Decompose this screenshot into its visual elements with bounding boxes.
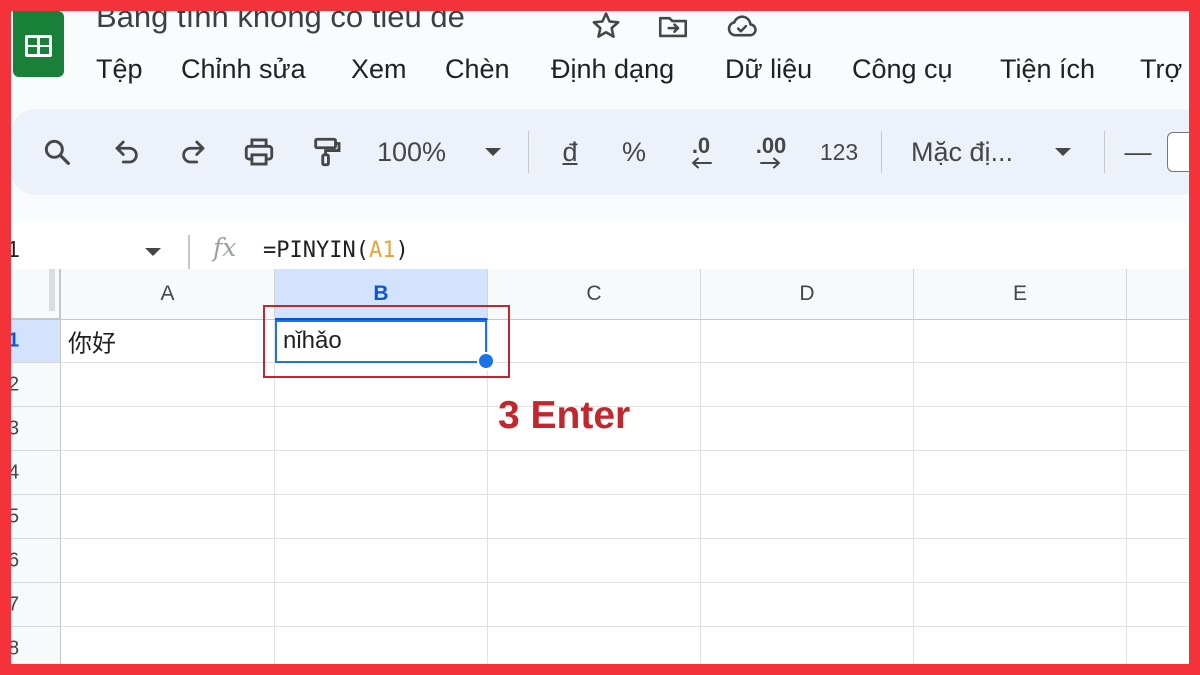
row-header-7[interactable]: 7: [11, 583, 61, 627]
paint-format-icon[interactable]: [307, 109, 347, 195]
row-header-8[interactable]: 8: [11, 627, 61, 664]
zoom-dropdown-icon[interactable]: [481, 109, 505, 195]
cell-e1[interactable]: [914, 320, 1127, 363]
sheets-logo-icon[interactable]: [13, 11, 64, 77]
menu-extensions[interactable]: Tiện ích: [1000, 54, 1095, 85]
percent-format-button[interactable]: %: [617, 109, 651, 195]
row-header-5[interactable]: 5: [11, 495, 61, 539]
font-family-select[interactable]: Mặc đị...: [911, 109, 1039, 195]
menu-edit[interactable]: Chỉnh sửa: [181, 54, 306, 85]
number-format-button[interactable]: 123: [811, 109, 867, 195]
grid-column-b-body[interactable]: [275, 363, 488, 664]
cell-d1[interactable]: [701, 320, 914, 363]
column-header-a[interactable]: A: [61, 269, 275, 320]
arrow-left-icon: [692, 157, 712, 169]
fx-icon: fx: [213, 233, 237, 262]
undo-icon[interactable]: [109, 109, 145, 195]
column-header-d[interactable]: D: [701, 269, 914, 320]
select-all-corner[interactable]: [11, 269, 61, 320]
menu-help[interactable]: Trợ: [1140, 54, 1182, 85]
menu-view[interactable]: Xem: [351, 54, 407, 85]
cell-c1[interactable]: [488, 320, 701, 363]
document-title[interactable]: Bảng tính không có tiêu đề: [96, 11, 465, 35]
cloud-saved-icon[interactable]: [723, 11, 757, 43]
decrease-font-size-button[interactable]: —: [1123, 109, 1153, 195]
row-header-3[interactable]: 3: [11, 407, 61, 451]
menu-format[interactable]: Định dạng: [551, 54, 674, 85]
cell-a1[interactable]: 你好: [61, 320, 275, 363]
menu-tools[interactable]: Công cụ: [852, 54, 953, 85]
menu-insert[interactable]: Chèn: [445, 54, 510, 85]
formula-divider: [188, 235, 190, 269]
row-header-2[interactable]: 2: [11, 363, 61, 407]
column-header-e[interactable]: E: [914, 269, 1127, 320]
toolbar: 100% đ % .0 .00 123 Mặc đị... —: [11, 109, 1189, 195]
font-size-input[interactable]: [1167, 109, 1189, 195]
step-annotation: 3 Enter: [498, 394, 631, 437]
toolbar-divider: [1104, 131, 1105, 173]
name-box[interactable]: 1: [11, 236, 20, 263]
decrease-decimal-button[interactable]: .0: [679, 109, 723, 195]
row-header-6[interactable]: 6: [11, 539, 61, 583]
formula-input[interactable]: =PINYIN(A1): [263, 238, 409, 263]
toolbar-divider: [881, 131, 882, 173]
print-icon[interactable]: [239, 109, 279, 195]
zoom-value: 100%: [377, 136, 447, 167]
grid-column-d-body[interactable]: [701, 363, 914, 664]
move-to-folder-icon[interactable]: [655, 11, 689, 43]
grid-column-a-body[interactable]: [61, 363, 275, 664]
menu-file[interactable]: Tệp: [96, 54, 143, 85]
currency-format-button[interactable]: đ: [555, 109, 585, 195]
grid-column-f-body[interactable]: [1127, 363, 1189, 664]
increase-decimal-button[interactable]: .00: [745, 109, 797, 195]
redo-icon[interactable]: [175, 109, 211, 195]
cell-f1[interactable]: [1127, 320, 1189, 363]
menu-data[interactable]: Dữ liệu: [725, 54, 812, 85]
highlight-box: [263, 305, 510, 378]
name-box-dropdown-icon[interactable]: [145, 248, 161, 256]
star-icon[interactable]: [589, 11, 623, 43]
toolbar-divider: [528, 131, 529, 173]
search-menus-icon[interactable]: [37, 109, 77, 195]
formula-cell-reference: A1: [368, 238, 396, 263]
column-header-c[interactable]: C: [488, 269, 701, 320]
zoom-select[interactable]: 100%: [377, 109, 467, 195]
row-header-4[interactable]: 4: [11, 451, 61, 495]
font-dropdown-icon[interactable]: [1051, 109, 1075, 195]
spreadsheet-grid: A B C D E 1 2 3 4 5 6 7 8 你好 nǐhǎo: [11, 269, 1189, 664]
grid-column-e-body[interactable]: [914, 363, 1127, 664]
row-header-1[interactable]: 1: [11, 320, 61, 363]
column-header-f[interactable]: [1127, 269, 1189, 320]
image-frame: Bảng tính không có tiêu đề Tệp Chỉnh sửa…: [0, 0, 1200, 675]
arrow-right-icon: [760, 157, 780, 169]
sheets-window: Bảng tính không có tiêu đề Tệp Chỉnh sửa…: [11, 11, 1189, 664]
